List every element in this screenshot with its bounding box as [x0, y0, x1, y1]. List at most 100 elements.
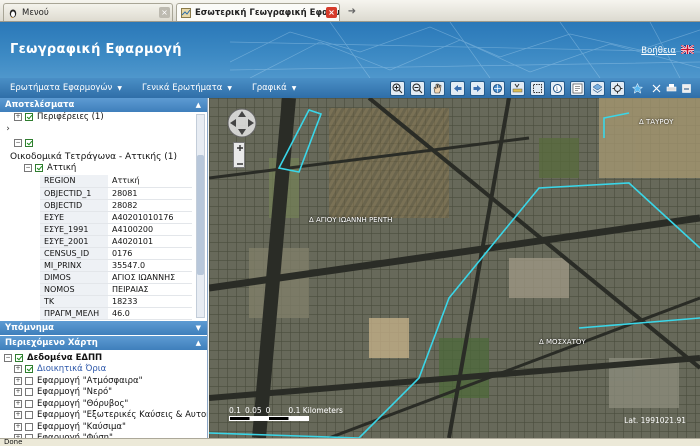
- print-icon[interactable]: [665, 81, 677, 96]
- collapse-icon[interactable]: −: [4, 353, 12, 362]
- expand-down-icon[interactable]: ▼: [196, 324, 201, 332]
- attribute-key: ΕΣΥΕ_2001: [40, 235, 108, 248]
- group-checkbox[interactable]: [25, 138, 33, 147]
- attica-checkbox[interactable]: [35, 163, 43, 172]
- expand-icon[interactable]: +: [14, 365, 22, 374]
- table-row: MI_PRINX 35547.0: [40, 259, 192, 272]
- scale-graphic: [229, 416, 309, 421]
- identify-icon[interactable]: i: [550, 81, 565, 96]
- map-label-tavros: Δ ΤΑΥΡΟΥ: [639, 118, 674, 126]
- peripheries-checkbox[interactable]: [25, 112, 33, 121]
- star-icon[interactable]: [630, 81, 645, 96]
- pan-control[interactable]: [225, 106, 259, 140]
- peripheries-label: Περιφέρειες (1): [37, 112, 104, 122]
- attribute-table: REGION Αττική OBJECTID_1 28081 OBJECTID 28082…: [40, 175, 192, 320]
- clear-icon[interactable]: [650, 81, 662, 96]
- attribute-value: A40201010176: [108, 211, 192, 224]
- expand-icon[interactable]: +: [14, 422, 22, 431]
- layer-checkbox[interactable]: [25, 376, 33, 385]
- help-link[interactable]: Βοήθεια: [641, 46, 676, 56]
- attribute-value: 46.0: [108, 307, 192, 320]
- expand-icon[interactable]: +: [14, 112, 22, 121]
- uk-flag-icon[interactable]: [681, 45, 694, 54]
- attribute-value: Αττική: [108, 175, 192, 188]
- attribute-value: A4100200: [108, 223, 192, 236]
- tree-row-group[interactable]: −: [0, 137, 194, 148]
- attribute-value: ΑΓΙΟΣ ΙΩΑΝΝΗΣ: [108, 271, 192, 284]
- table-row: ΕΣΥΕ_2001 A4020101: [40, 235, 192, 248]
- table-row: DIMOS ΑΓΙΟΣ ΙΩΑΝΝΗΣ: [40, 271, 192, 284]
- layer-row[interactable]: + Εφαρμογή "Νερό": [0, 387, 207, 399]
- content-panel-header[interactable]: Περιεχόμενο Χάρτη ▲: [0, 336, 207, 350]
- menu-app-queries[interactable]: Ερωτήματα Εφαρμογών ▼: [0, 83, 132, 93]
- expand-icon[interactable]: +: [14, 376, 22, 385]
- results-scrollbar[interactable]: [196, 114, 205, 318]
- layer-checkbox[interactable]: [25, 365, 33, 374]
- layer-row[interactable]: + Διοικητικά Όρια: [0, 364, 207, 376]
- expand-icon[interactable]: +: [14, 411, 22, 420]
- collapse-icon[interactable]: −: [14, 138, 22, 147]
- forward-icon[interactable]: [470, 81, 485, 96]
- expand-arrow-icon[interactable]: ›: [4, 124, 12, 134]
- info-icon[interactable]: [570, 81, 585, 96]
- layer-checkbox[interactable]: [25, 411, 33, 420]
- chevron-down-icon: ▼: [291, 84, 297, 92]
- zoom-out-icon[interactable]: [410, 81, 425, 96]
- tree-row-root[interactable]: − Δεδομένα ΕΔΠΠ: [0, 352, 207, 364]
- tree-row-attica[interactable]: − Αττική: [0, 162, 194, 173]
- zoom-slider[interactable]: [233, 142, 245, 168]
- layer-checkbox[interactable]: [25, 388, 33, 397]
- attribute-key: CENSUS_ID: [40, 247, 108, 260]
- attribute-key: ΠΡΑΓΜ_ΜΕΛΗ: [40, 307, 108, 320]
- scale-tick: 0.1 Kilometers: [288, 406, 343, 415]
- attribute-key: MI_PRINX: [40, 259, 108, 272]
- tree-row-empty[interactable]: ›: [0, 124, 194, 135]
- layer-label: Εφαρμογή "Καύσιμα": [37, 421, 126, 432]
- menu-general-queries-label: Γενικά Ερωτήματα: [141, 83, 223, 93]
- map-view[interactable]: Δ ΤΑΥΡΟΥ Δ ΑΓΙΟΥ ΙΩΑΝΝΗ ΡΕΝΤΗ Δ ΜΟΣΧΑΤΟΥ…: [209, 98, 700, 438]
- map-toolbar-right: [650, 80, 695, 97]
- layer-row[interactable]: + Εφαρμογή "Ατμόσφαιρα": [0, 375, 207, 387]
- table-row: ΕΣΥΕ_1991 A4100200: [40, 223, 192, 236]
- app-header: Γεωγραφική Εφαρμογή Βοήθεια: [0, 22, 700, 78]
- layers-icon[interactable]: [590, 81, 605, 96]
- results-panel-header[interactable]: Αποτελέσματα ▲: [0, 98, 207, 112]
- legend-panel-header[interactable]: Υπόμνημα ▼: [0, 321, 207, 335]
- collapse-icon[interactable]: −: [24, 163, 32, 172]
- pan-icon[interactable]: [430, 81, 445, 96]
- menu-general-queries[interactable]: Γενικά Ερωτήματα ▼: [132, 83, 242, 93]
- layer-label: Διοικητικά Όρια: [37, 364, 107, 375]
- penguin-icon: [9, 9, 17, 18]
- tree-row-peripheries[interactable]: + Περιφέρειες (1): [0, 112, 194, 122]
- menu-graphics[interactable]: Γραφικά ▼: [242, 83, 306, 93]
- layer-row[interactable]: + Εφαρμογή "Καύσιμα": [0, 421, 207, 433]
- zoom-in-icon[interactable]: [390, 81, 405, 96]
- close-tab-icon[interactable]: ×: [159, 7, 170, 18]
- layer-row[interactable]: + Εφαρμογή "Θόρυβος": [0, 398, 207, 410]
- export-icon[interactable]: [680, 81, 692, 96]
- select-icon[interactable]: [530, 81, 545, 96]
- left-panel: Αποτελέσματα ▲ + Περιφέρειες (1) › − Οικ…: [0, 98, 208, 443]
- expand-icon[interactable]: +: [14, 388, 22, 397]
- tab-menu[interactable]: Μενού ×: [3, 3, 173, 21]
- expand-icon[interactable]: +: [14, 399, 22, 408]
- layer-row[interactable]: + Εφαρμογή "Εξωτερικές Καύσεις & Αυτοκίνη…: [0, 410, 207, 422]
- attribute-key: ΕΣΥΕ: [40, 211, 108, 224]
- full-extent-icon[interactable]: [490, 81, 505, 96]
- measure-icon[interactable]: [510, 81, 525, 96]
- close-tab-icon[interactable]: ×: [326, 7, 337, 18]
- tab-geo-app-label: Εσωτερική Γεωγραφική Εφαρμογή: [195, 7, 340, 18]
- layer-checkbox[interactable]: [25, 422, 33, 431]
- collapse-up-icon[interactable]: ▲: [196, 339, 201, 347]
- back-icon[interactable]: [450, 81, 465, 96]
- locate-icon[interactable]: [610, 81, 625, 96]
- header-decoration: [230, 22, 700, 78]
- collapse-up-icon[interactable]: ▲: [196, 101, 201, 109]
- root-checkbox[interactable]: [15, 353, 23, 362]
- attribute-value: 28081: [108, 187, 192, 200]
- scale-tick: 0: [265, 406, 271, 415]
- layer-checkbox[interactable]: [25, 399, 33, 408]
- scrollbar-thumb[interactable]: [197, 155, 204, 275]
- new-tab-icon[interactable]: ➜: [344, 5, 360, 19]
- tab-geo-app[interactable]: Εσωτερική Γεωγραφική Εφαρμογή ×: [176, 3, 340, 21]
